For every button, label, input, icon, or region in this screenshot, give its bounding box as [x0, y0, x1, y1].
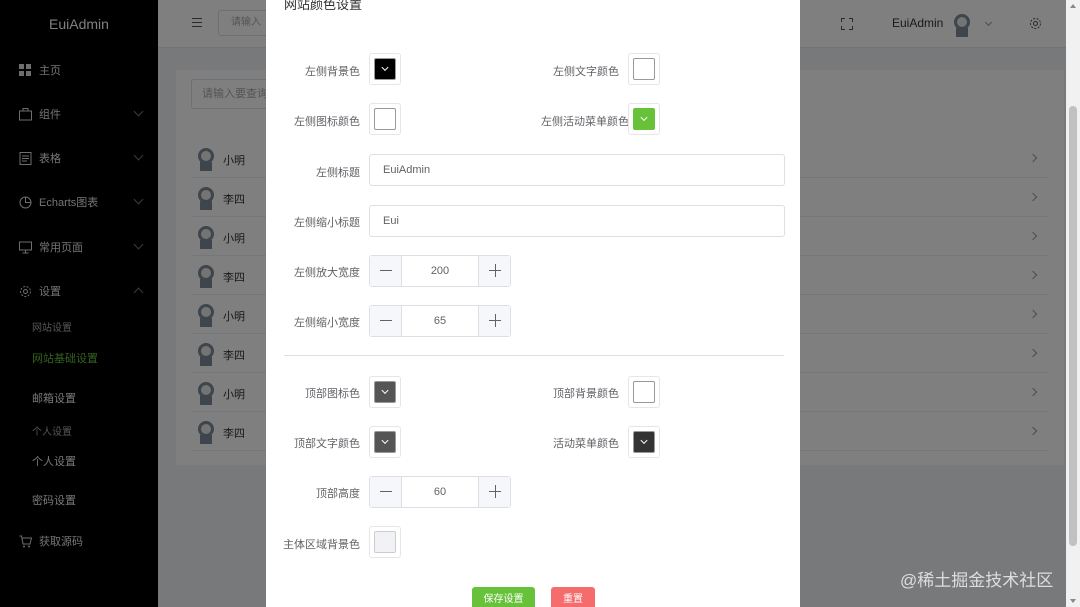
active-menu-color-picker[interactable]: [628, 426, 660, 458]
increment-button[interactable]: [478, 256, 510, 286]
left-bg-color-label: 左侧背景色: [305, 66, 360, 78]
top-bg-color-picker[interactable]: [628, 376, 660, 408]
top-text-color-label: 顶部文字颜色: [294, 438, 360, 450]
stepper-value[interactable]: 65: [402, 306, 478, 336]
save-button[interactable]: 保存设置: [472, 587, 535, 607]
left-expanded-width-label: 左侧放大宽度: [294, 267, 360, 279]
chevron-down-icon: [381, 63, 389, 72]
left-expanded-width-stepper: 200: [369, 255, 511, 287]
color-swatch: [374, 431, 396, 453]
chevron-down-icon: [640, 436, 648, 445]
active-menu-color-label: 活动菜单颜色: [553, 438, 619, 450]
reset-button[interactable]: 重置: [551, 587, 595, 607]
top-height-label: 顶部高度: [316, 488, 360, 500]
left-active-menu-color-label: 左侧活动菜单颜色: [541, 116, 629, 128]
color-swatch: [374, 531, 396, 553]
main-bg-color-label: 主体区域背景色: [283, 539, 360, 551]
scroll-down-icon[interactable]: [1070, 599, 1076, 603]
increment-button[interactable]: [478, 306, 510, 336]
top-height-stepper: 60: [369, 476, 511, 508]
color-swatch: [374, 381, 396, 403]
watermark: @稀土掘金技术社区: [900, 571, 1054, 590]
left-title-input[interactable]: EuiAdmin: [369, 154, 785, 186]
decrement-button[interactable]: [370, 256, 402, 286]
decrement-button[interactable]: [370, 477, 402, 507]
top-bg-color-label: 顶部背景颜色: [553, 388, 619, 400]
left-mini-title-label: 左侧缩小标题: [294, 217, 360, 229]
top-icon-color-picker[interactable]: [369, 376, 401, 408]
left-icon-color-label: 左侧图标颜色: [294, 116, 360, 128]
scrollbar-thumb[interactable]: [1069, 106, 1077, 546]
left-mini-title-input[interactable]: Eui: [369, 205, 785, 237]
stepper-value[interactable]: 200: [402, 256, 478, 286]
left-bg-color-picker[interactable]: [369, 53, 401, 85]
site-color-settings-dialog: 网站颜色设置 左侧背景色 左侧文字颜色 左侧图标颜色 左侧活动菜单颜色 左侧标题…: [266, 0, 800, 607]
dialog-title: 网站颜色设置: [284, 0, 363, 12]
color-swatch: [633, 58, 655, 80]
left-collapsed-width-stepper: 65: [369, 305, 511, 337]
left-title-label: 左侧标题: [316, 167, 360, 179]
color-swatch: [633, 431, 655, 453]
color-swatch: [374, 58, 396, 80]
left-icon-color-picker[interactable]: [369, 103, 401, 135]
chevron-down-icon: [381, 386, 389, 395]
top-icon-color-label: 顶部图标色: [305, 388, 360, 400]
increment-button[interactable]: [478, 477, 510, 507]
color-swatch: [633, 108, 655, 130]
section-divider: [284, 355, 784, 356]
scroll-up-icon[interactable]: [1070, 4, 1076, 8]
left-text-color-picker[interactable]: [628, 53, 660, 85]
color-swatch: [374, 108, 396, 130]
left-active-menu-color-picker[interactable]: [628, 103, 660, 135]
decrement-button[interactable]: [370, 306, 402, 336]
page-scrollbar[interactable]: [1066, 0, 1080, 607]
main-bg-color-picker[interactable]: [369, 526, 401, 558]
color-swatch: [633, 381, 655, 403]
chevron-down-icon: [640, 113, 648, 122]
left-collapsed-width-label: 左侧缩小宽度: [294, 317, 360, 329]
chevron-down-icon: [381, 436, 389, 445]
top-text-color-picker[interactable]: [369, 426, 401, 458]
left-text-color-label: 左侧文字颜色: [553, 66, 619, 78]
stepper-value[interactable]: 60: [402, 477, 478, 507]
